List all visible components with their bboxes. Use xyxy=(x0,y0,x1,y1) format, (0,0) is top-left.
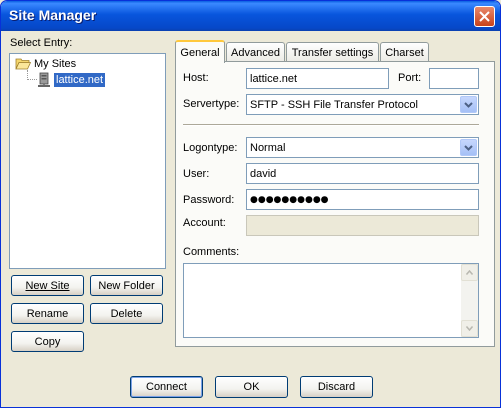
connect-button[interactable]: Connect xyxy=(130,376,203,398)
comments-textarea[interactable] xyxy=(183,263,479,338)
close-icon xyxy=(479,11,490,22)
servertype-value: SFTP - SSH File Transfer Protocol xyxy=(250,98,418,111)
discard-label: Discard xyxy=(317,381,356,393)
user-value: david xyxy=(250,167,277,180)
delete-label: Delete xyxy=(110,307,143,320)
port-input[interactable] xyxy=(429,68,479,89)
user-input[interactable]: david xyxy=(246,163,479,184)
folder-open-icon xyxy=(15,58,31,70)
password-label: Password: xyxy=(183,194,235,206)
scroll-down-button[interactable] xyxy=(461,320,478,337)
separator xyxy=(183,124,479,126)
tree-connector xyxy=(27,79,37,80)
rename-label: Rename xyxy=(26,307,69,320)
new-folder-button[interactable]: New Folder xyxy=(90,275,163,296)
title-bar[interactable]: Site Manager xyxy=(1,1,500,31)
tab-charset-label: Charset xyxy=(385,46,424,59)
logontype-select[interactable]: Normal xyxy=(246,137,479,158)
chevron-down-icon xyxy=(464,101,473,108)
host-label: Host: xyxy=(183,72,209,84)
arrow-up-icon xyxy=(466,270,473,275)
comments-label: Comments: xyxy=(183,246,240,258)
password-input[interactable]: ●●●●●●●●●● xyxy=(246,189,479,210)
account-label: Account: xyxy=(183,217,226,229)
new-site-button[interactable]: New Site xyxy=(11,275,84,296)
select-entry-label: Select Entry: xyxy=(10,37,73,49)
dropdown-button[interactable] xyxy=(460,96,477,113)
copy-label: Copy xyxy=(34,335,61,348)
copy-button[interactable]: Copy xyxy=(11,331,84,352)
window-title: Site Manager xyxy=(9,7,97,23)
vertical-scrollbar[interactable] xyxy=(461,264,478,337)
password-value: ●●●●●●●●●● xyxy=(250,194,329,205)
close-button[interactable] xyxy=(474,6,495,27)
tab-advanced-label: Advanced xyxy=(231,46,280,59)
tree-item-lattice-net[interactable]: lattice.net xyxy=(37,72,106,88)
discard-button[interactable]: Discard xyxy=(300,376,373,398)
ok-label: OK xyxy=(243,381,260,393)
tab-transfer-settings-label: Transfer settings xyxy=(291,46,374,59)
new-folder-label: New Folder xyxy=(98,279,155,292)
connect-label: Connect xyxy=(146,381,187,393)
account-input xyxy=(246,215,479,236)
chevron-down-icon xyxy=(464,144,473,151)
tree-root-my-sites[interactable]: My Sites xyxy=(15,57,76,70)
user-label: User: xyxy=(183,168,210,180)
tab-general[interactable]: General xyxy=(175,40,225,63)
arrow-down-icon xyxy=(466,326,473,331)
logontype-value: Normal xyxy=(250,141,286,154)
tab-general-label: General xyxy=(180,46,220,59)
logontype-label: Logontype: xyxy=(183,142,238,154)
tree-root-label: My Sites xyxy=(34,57,77,70)
tab-transfer-settings[interactable]: Transfer settings xyxy=(286,42,379,62)
servertype-label: Servertype: xyxy=(183,98,240,110)
dropdown-button[interactable] xyxy=(460,139,477,156)
host-value: lattice.net xyxy=(250,72,298,85)
ok-button[interactable]: OK xyxy=(215,376,288,398)
site-tree[interactable]: My Sites lattice.net xyxy=(9,53,166,269)
site-manager-window: Site Manager Select Entry: My Sites latt… xyxy=(0,0,501,408)
rename-button[interactable]: Rename xyxy=(11,303,84,324)
tab-charset[interactable]: Charset xyxy=(380,42,429,62)
port-label: Port: xyxy=(398,72,422,84)
tree-item-label: lattice.net xyxy=(54,73,106,87)
servertype-select[interactable]: SFTP - SSH File Transfer Protocol xyxy=(246,94,479,115)
scroll-up-button[interactable] xyxy=(461,264,478,281)
host-input[interactable]: lattice.net xyxy=(246,68,389,89)
server-icon xyxy=(38,72,50,87)
new-site-label: New Site xyxy=(25,279,70,292)
tab-advanced[interactable]: Advanced xyxy=(226,42,285,62)
delete-button[interactable]: Delete xyxy=(90,303,163,324)
